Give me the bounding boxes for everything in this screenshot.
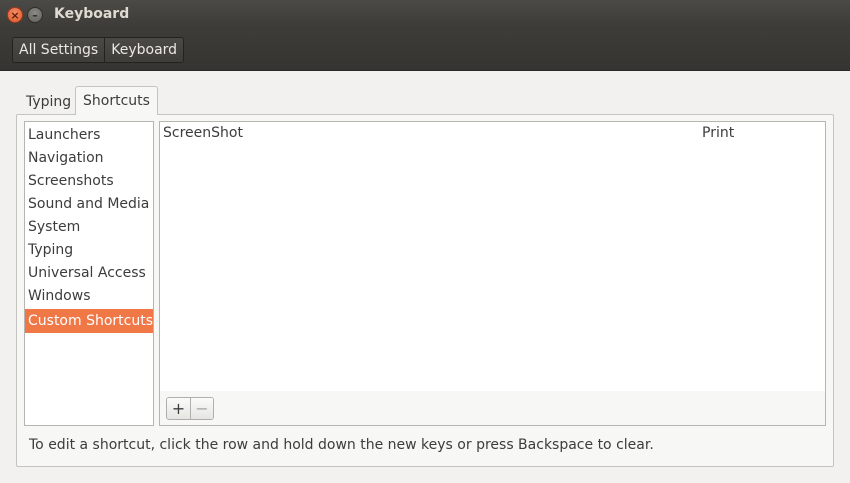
category-sound-and-media[interactable]: Sound and Media (25, 192, 153, 215)
add-shortcut-button[interactable]: + (167, 398, 190, 419)
window-title: Keyboard (54, 6, 130, 22)
category-custom-shortcuts[interactable]: Custom Shortcuts (25, 309, 153, 333)
edit-hint-text: To edit a shortcut, click the row and ho… (29, 437, 654, 453)
tab-shortcuts[interactable]: Shortcuts (75, 86, 158, 115)
close-window-button[interactable]: × (7, 7, 23, 23)
category-screenshots[interactable]: Screenshots (25, 169, 153, 192)
shortcut-name: ScreenShot (163, 125, 243, 141)
minimize-window-button[interactable]: – (27, 7, 43, 23)
breadcrumb-all-settings[interactable]: All Settings (13, 38, 105, 62)
category-windows[interactable]: Windows (25, 284, 153, 307)
category-system[interactable]: System (25, 215, 153, 238)
close-icon: × (10, 8, 20, 22)
category-list: Launchers Navigation Screenshots Sound a… (24, 121, 154, 426)
tab-typing[interactable]: Typing (19, 88, 78, 116)
shortcut-accelerator[interactable]: Print (702, 125, 734, 141)
category-typing[interactable]: Typing (25, 238, 153, 261)
remove-shortcut-button[interactable]: − (190, 398, 213, 419)
breadcrumb-keyboard[interactable]: Keyboard (104, 38, 184, 62)
breadcrumb: All Settings Keyboard (12, 37, 185, 63)
category-universal-access[interactable]: Universal Access (25, 261, 153, 284)
header-toolbar: All Settings Keyboard (0, 30, 850, 71)
table-row[interactable]: ScreenShot Print (160, 122, 825, 146)
plus-icon: + (171, 398, 186, 418)
add-remove-group: + − (166, 397, 214, 420)
category-launchers[interactable]: Launchers (25, 123, 153, 146)
shortcut-table-toolbar: + − (159, 391, 826, 426)
minimize-icon: – (32, 8, 38, 22)
title-bar: × – Keyboard (0, 0, 850, 30)
category-navigation[interactable]: Navigation (25, 146, 153, 169)
minus-icon: − (195, 398, 209, 418)
shortcut-table: ScreenShot Print (159, 121, 826, 392)
